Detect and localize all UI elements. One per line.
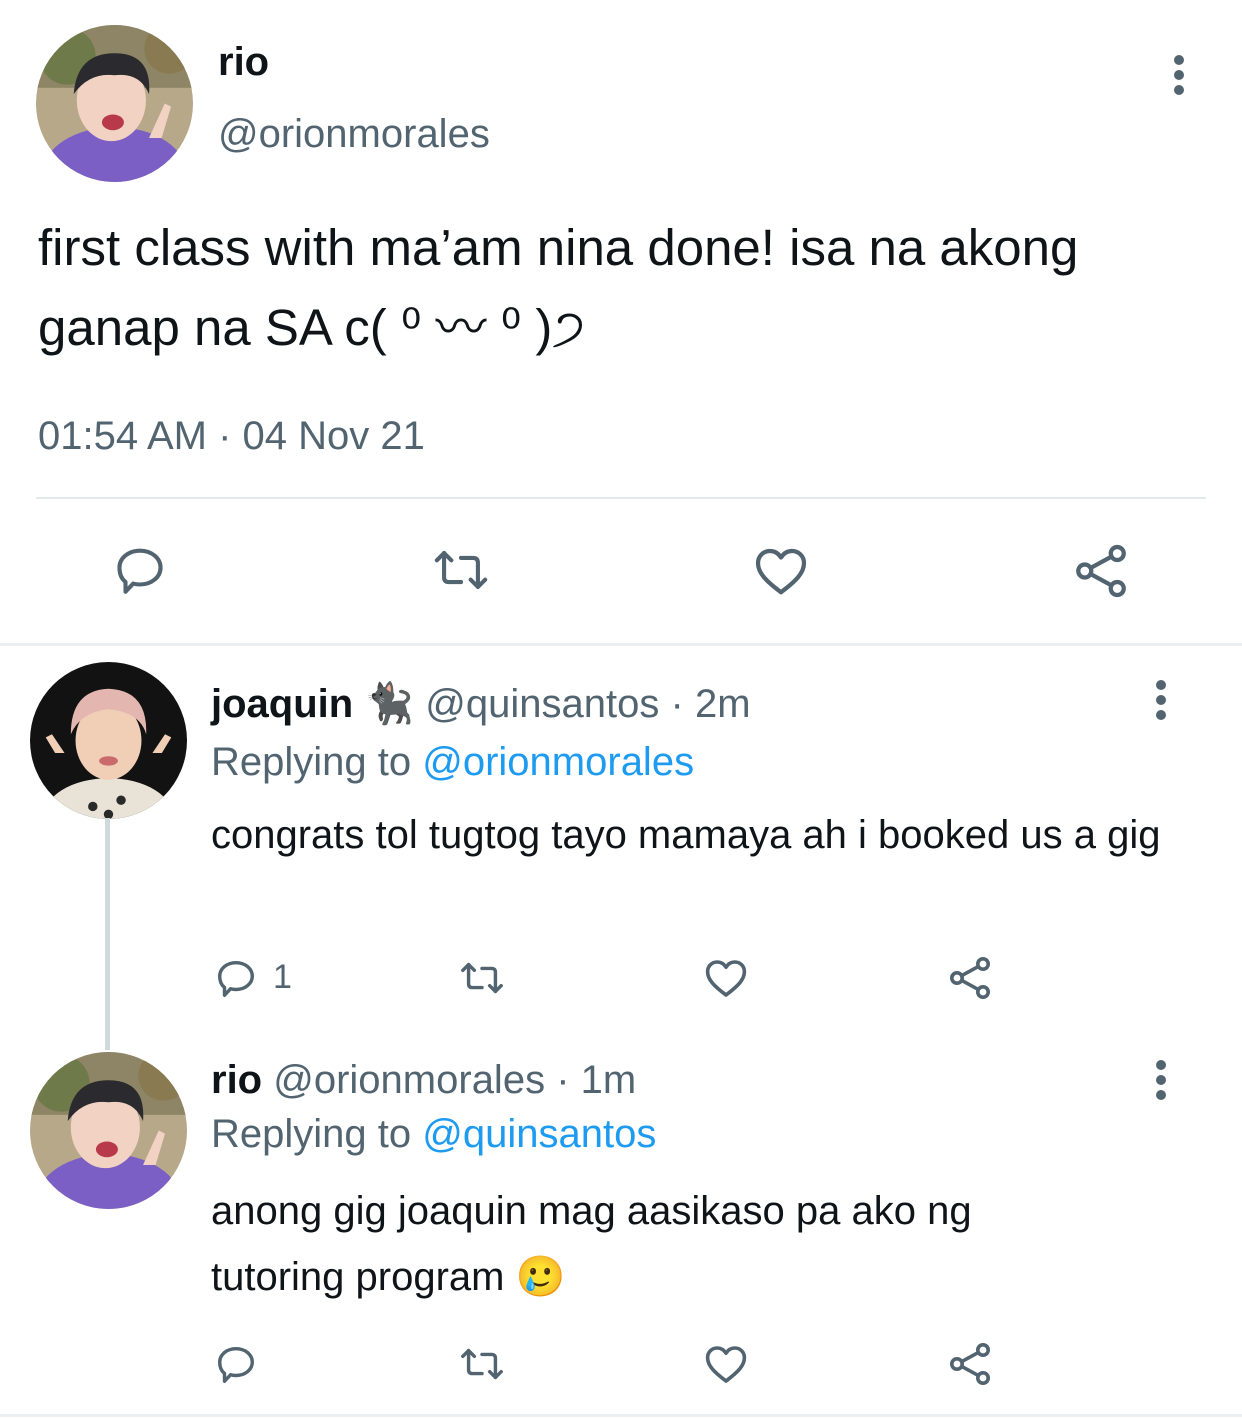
bottom-divider — [0, 1414, 1242, 1417]
retweet-icon[interactable] — [454, 1341, 510, 1387]
divider — [36, 497, 1206, 499]
like-icon[interactable] — [702, 954, 750, 1002]
smiling-tear-emoji-icon: 🥲 — [515, 1255, 566, 1299]
separator-dot: · — [670, 682, 684, 726]
main-tweet-text: first class with ma’am nina done! isa na… — [38, 219, 1079, 356]
reply-2-replying-to: Replying to @quinsantos — [211, 1112, 656, 1157]
reply-2-author-handle[interactable]: @orionmorales — [273, 1058, 545, 1102]
like-icon[interactable] — [751, 541, 811, 601]
thread-connector — [105, 818, 110, 1050]
reply-2-avatar[interactable] — [30, 1052, 187, 1209]
reply-1-time[interactable]: 2m — [695, 682, 751, 726]
main-author-name[interactable]: rio — [218, 40, 269, 85]
more-icon[interactable] — [1169, 53, 1189, 97]
share-icon[interactable] — [1071, 541, 1131, 601]
reply-1-text: congrats tol tugtog tayo mamaya ah i boo… — [211, 813, 1161, 857]
reply-2-text: anong gig joaquin mag aasikaso pa ako ng… — [211, 1189, 972, 1299]
share-icon[interactable] — [946, 954, 994, 1002]
reply-count: 1 — [273, 958, 292, 996]
retweet-icon[interactable] — [426, 541, 496, 599]
reply-1-author-handle[interactable]: @quinsantos — [425, 682, 659, 726]
share-icon[interactable] — [946, 1340, 994, 1388]
reply-1-header: joaquin 🐈‍⬛ @quinsantos · 2m — [211, 680, 751, 727]
reply-1-replying-to: Replying to @orionmorales — [211, 740, 694, 785]
replying-label: Replying to — [211, 1112, 412, 1156]
reply-2-header: rio @orionmorales · 1m — [211, 1058, 636, 1103]
section-divider — [0, 643, 1242, 646]
reply-2-text-container: anong gig joaquin mag aasikaso pa ako ng… — [211, 1178, 1111, 1310]
separator-dot: · — [556, 1058, 570, 1102]
main-tweet-timestamp[interactable]: 01:54 AM · 04 Nov 21 — [38, 414, 425, 459]
more-icon[interactable] — [1151, 678, 1171, 722]
cat-emoji-icon: 🐈‍⬛ — [364, 682, 415, 726]
main-avatar[interactable] — [36, 25, 193, 182]
replying-to-handle-link[interactable]: @quinsantos — [422, 1112, 656, 1156]
replying-label: Replying to — [211, 740, 412, 784]
reply-1-author-name[interactable]: joaquin — [211, 682, 353, 726]
reply-2-author-name[interactable]: rio — [211, 1058, 262, 1102]
more-icon[interactable] — [1151, 1058, 1171, 1102]
replying-to-handle-link[interactable]: @orionmorales — [422, 740, 694, 784]
reply-icon[interactable] — [111, 541, 169, 599]
reply-1-avatar[interactable] — [30, 662, 187, 819]
main-author-handle[interactable]: @orionmorales — [218, 112, 490, 157]
retweet-icon[interactable] — [454, 955, 510, 1001]
reply-icon[interactable] — [213, 955, 259, 1001]
reply-2-time[interactable]: 1m — [581, 1058, 637, 1102]
like-icon[interactable] — [702, 1340, 750, 1388]
reply-icon[interactable] — [213, 1341, 259, 1387]
